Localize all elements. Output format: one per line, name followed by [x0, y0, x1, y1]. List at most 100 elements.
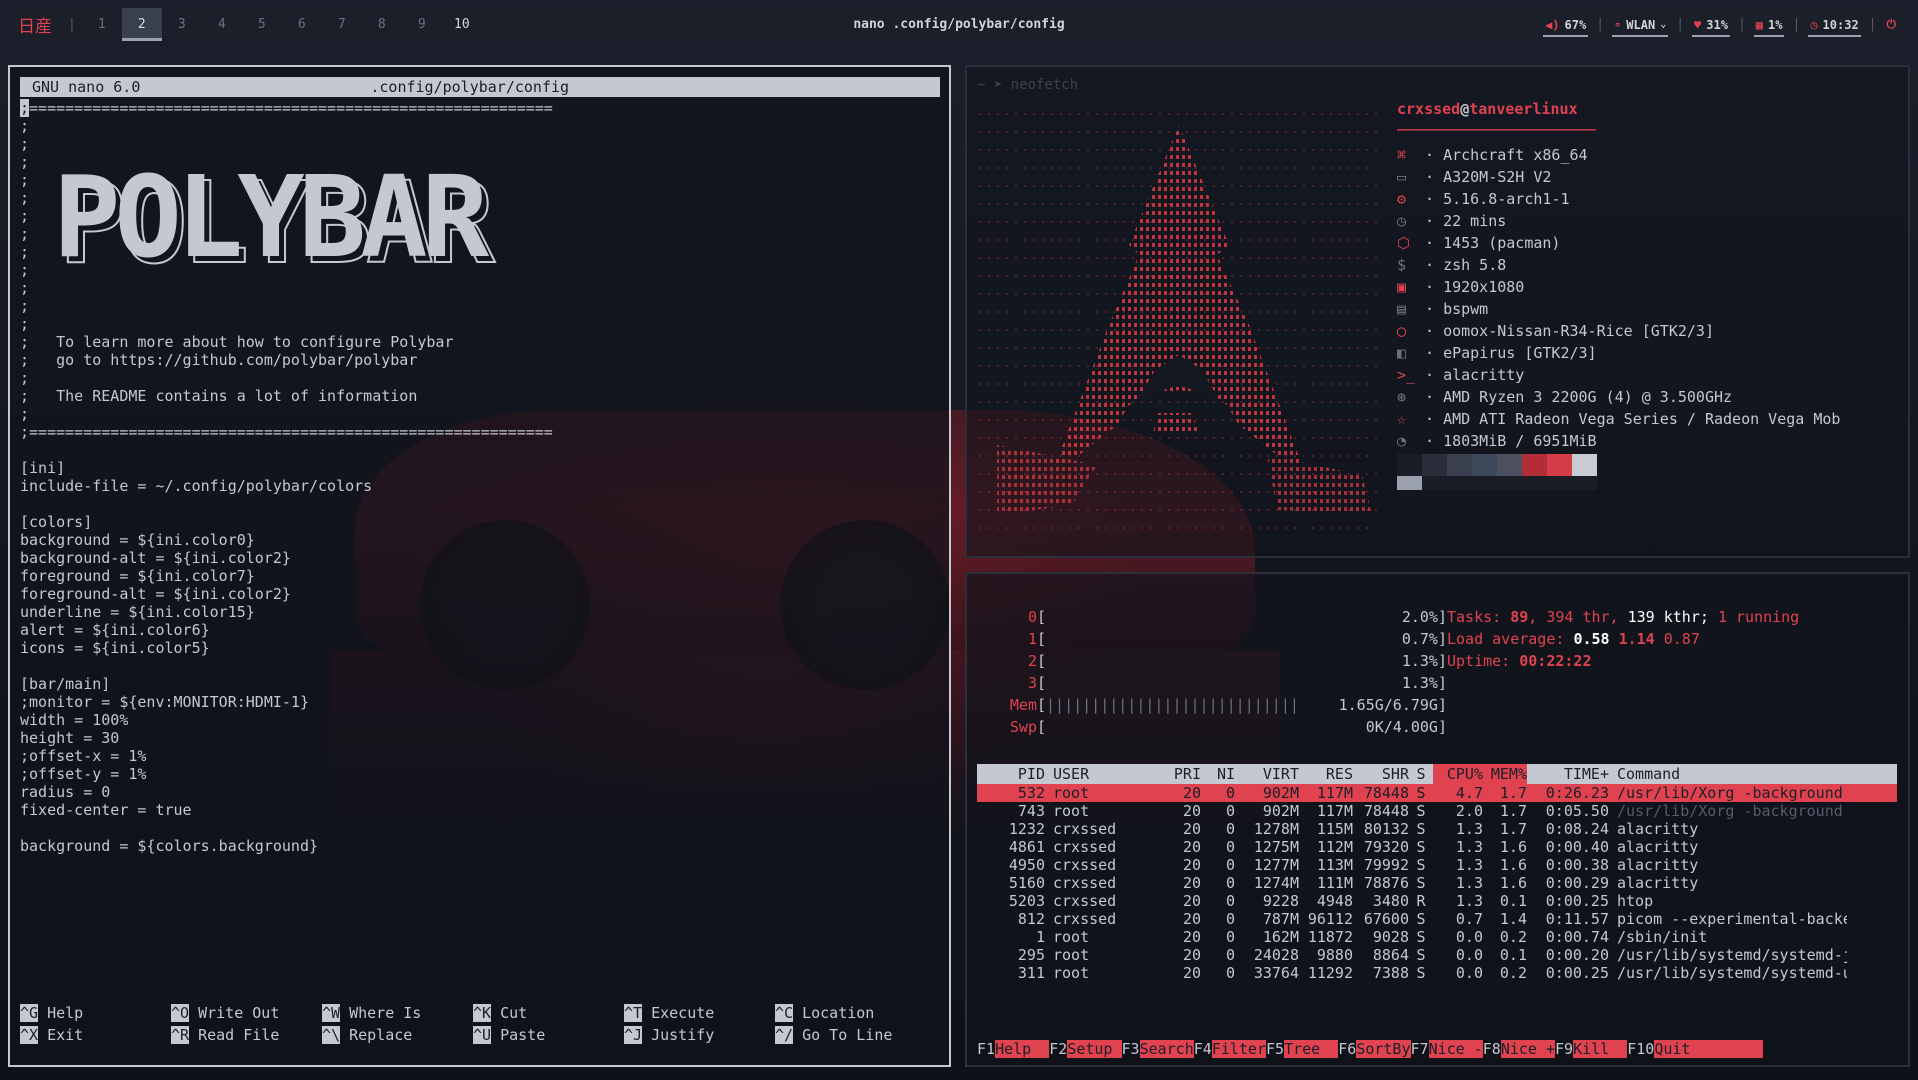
column-header-user[interactable]: USER	[1045, 764, 1153, 784]
table-cell: 0:00.38	[1545, 856, 1609, 874]
neofetch-terminal-window[interactable]: ~ ➤ neofetch crxssed@tanveerlinux ──────…	[965, 65, 1910, 558]
table-cell: 9028	[1372, 928, 1409, 946]
shortcut-paste[interactable]: ^U Paste	[473, 1024, 624, 1046]
table-cell: 8864	[1372, 946, 1409, 964]
volume-module[interactable]: ◀) 67%	[1539, 8, 1592, 41]
table-cell: 0.0	[1455, 964, 1483, 982]
table-row[interactable]: 5160 crxssed 20 0 1274M 111M 78876 S 1.3 1.6 0:00.…	[977, 874, 1897, 892]
table-row[interactable]: 1232 crxssed 20 0 1278M 115M 80132 S 1.3 1.7 0:08.…	[977, 820, 1897, 838]
table-cell: crxssed	[1053, 874, 1117, 892]
polybar-ascii-art: POLYBAR POLYBAR	[57, 162, 503, 282]
editor-line: fixed-center = true	[20, 801, 192, 819]
column-header-time[interactable]: TIME+	[1527, 764, 1609, 784]
status-modules: ◀) 67% | ⌔ WLAN ⌄ | ♥ 31% | ▦ 1% | ◷ 10:…	[1539, 8, 1902, 41]
info-value: 1920x1080	[1443, 278, 1525, 296]
htop-terminal-window[interactable]: 0[2.0%] 1[0.7%] 2[1.3%] 3[1.3%] Mem[||||||||…	[965, 572, 1910, 1067]
meter-label: 3	[1027, 674, 1037, 692]
memory-value: 31%	[1706, 17, 1728, 32]
workspace-6[interactable]: 6	[282, 8, 322, 41]
fkey-f4[interactable]: F4Filter	[1194, 1039, 1266, 1059]
table-row[interactable]: 812 crxssed 20 0 787M 96112 67600 S 0.7 1.4 0:11.5…	[977, 910, 1897, 928]
column-header-virt[interactable]: VIRT	[1235, 764, 1299, 784]
editor-line: foreground-alt = ${ini.color2}	[20, 585, 291, 603]
table-row[interactable]: 295 root 20 0 24028 9880 8864 S 0.0 0.1 0:00.20/us…	[977, 946, 1897, 964]
fkey-f2[interactable]: F2Setup	[1049, 1039, 1122, 1059]
fkey-f8[interactable]: F8Nice +	[1483, 1039, 1555, 1059]
shortcut-row: ^X Exit ^R Read File ^\ Replace ^U Paste ^J …	[20, 1024, 950, 1046]
workspace-2[interactable]: 2	[121, 8, 162, 41]
fkey-f6[interactable]: F6SortBy	[1338, 1039, 1411, 1059]
clock-module[interactable]: ◷ 10:32	[1804, 8, 1864, 41]
table-cell: 1.3	[1455, 838, 1483, 856]
fkey-f9[interactable]: F9Kill	[1555, 1039, 1628, 1059]
table-row[interactable]: 1 root 20 0 162M 11872 9028 S 0.0 0.2 0:00.74/sbin…	[977, 928, 1897, 946]
info-icon: ☆	[1397, 410, 1407, 428]
workspace-10[interactable]: 10	[442, 8, 482, 41]
separator: |	[68, 17, 76, 32]
workspace-3[interactable]: 3	[162, 8, 202, 41]
table-row[interactable]: 4861 crxssed 20 0 1275M 112M 79320 S 1.3 1.6 0:00.…	[977, 838, 1897, 856]
column-header-ni[interactable]: NI	[1201, 764, 1235, 784]
workspace-5[interactable]: 5	[242, 8, 282, 41]
cpu-module[interactable]: ▦ 1%	[1750, 8, 1789, 41]
workspace-8[interactable]: 8	[362, 8, 402, 41]
table-cell: 4.7	[1455, 784, 1483, 802]
process-table[interactable]: PID USER PRI NI VIRT RES SHR S CPU% MEM% TIME+ Comm…	[977, 764, 1897, 982]
fkey-f3[interactable]: F3Search	[1122, 1039, 1194, 1059]
table-cell: 24028	[1253, 946, 1299, 964]
column-header-command[interactable]: Command	[1609, 764, 1847, 784]
fkey-number: F2	[1049, 1040, 1068, 1058]
shortcut-justify[interactable]: ^J Justify	[624, 1024, 775, 1046]
table-cell: crxssed	[1053, 892, 1117, 910]
table-row[interactable]: 311 root 20 0 33764 11292 7388 S 0.0 0.2 0:00.25/u…	[977, 964, 1897, 982]
memory-module[interactable]: ♥ 31%	[1688, 8, 1734, 41]
nano-terminal-window[interactable]: GNU nano 6.0 .config/polybar/config ;====…	[8, 65, 951, 1067]
workspace-7[interactable]: 7	[322, 8, 362, 41]
shortcut-go-to-line[interactable]: ^/ Go To Line	[775, 1024, 926, 1046]
workspace-4[interactable]: 4	[202, 8, 242, 41]
workspace-9[interactable]: 9	[402, 8, 442, 41]
table-cell: S	[1416, 874, 1426, 892]
fkey-f10[interactable]: F10Quit	[1627, 1039, 1763, 1059]
fkey-label: Setup	[1067, 1040, 1122, 1058]
shortcut-replace[interactable]: ^\ Replace	[322, 1024, 473, 1046]
fkey-f1[interactable]: F1Help	[977, 1039, 1050, 1059]
shortcut-where-is[interactable]: ^W Where Is	[322, 1002, 473, 1024]
shortcut-row: ^G Help ^O Write Out ^W Where Is ^K Cut ^T E…	[20, 1002, 950, 1024]
column-header-cpu[interactable]: CPU%	[1433, 764, 1483, 784]
column-header-shr[interactable]: SHR	[1353, 764, 1409, 784]
table-row[interactable]: 532 root 20 0 902M 117M 78448 S 4.7 1.7 0:26.23/us…	[977, 784, 1897, 802]
shortcut-read-file[interactable]: ^R Read File	[171, 1024, 322, 1046]
shortcut-write-out[interactable]: ^O Write Out	[171, 1002, 322, 1024]
column-header-res[interactable]: RES	[1299, 764, 1353, 784]
table-row[interactable]: 4950 crxssed 20 0 1277M 113M 79992 S 1.3 1.6 0:00.…	[977, 856, 1897, 874]
network-module[interactable]: ⌔ WLAN ⌄	[1608, 8, 1672, 41]
fkey-f7[interactable]: F7Nice -	[1411, 1039, 1483, 1059]
column-header-s[interactable]: S	[1409, 764, 1433, 784]
shortcut-key: ^T	[624, 1004, 643, 1022]
table-row[interactable]: 5203 crxssed 20 0 9228 4948 3480 R 1.3 0.1 0:00.25…	[977, 892, 1897, 910]
editor-line: height = 30	[20, 729, 120, 747]
workspace-1[interactable]: 1	[82, 8, 122, 41]
info-row: $ · zsh 5.8	[1397, 254, 1840, 276]
shortcut-execute[interactable]: ^T Execute	[624, 1002, 775, 1024]
meter-2: 2[1.3%]	[977, 650, 1447, 672]
fkey-f5[interactable]: F5Tree	[1266, 1039, 1339, 1059]
shortcut-help[interactable]: ^G Help	[20, 1002, 171, 1024]
shortcut-cut[interactable]: ^K Cut	[473, 1002, 624, 1024]
meter-bar	[1046, 650, 1318, 672]
column-header-mem[interactable]: MEM%	[1483, 764, 1527, 784]
column-header-pri[interactable]: PRI	[1153, 764, 1201, 784]
info-icon: ◧	[1397, 344, 1407, 362]
shortcut-exit[interactable]: ^X Exit	[20, 1024, 171, 1046]
palette-swatch	[1497, 476, 1522, 490]
power-module[interactable]: ⏻	[1881, 8, 1903, 41]
table-cell: 20	[1182, 874, 1201, 892]
shortcut-label: Read File	[198, 1026, 280, 1044]
table-row[interactable]: 743 root 20 0 902M 117M 78448 S 2.0 1.7 0:05.50/us…	[977, 802, 1897, 820]
editor-line: [colors]	[20, 513, 93, 531]
shortcut-location[interactable]: ^C Location	[775, 1002, 926, 1024]
table-cell: R	[1416, 892, 1426, 910]
info-row: ⬡ · 1453 (pacman)	[1397, 232, 1840, 254]
column-header-pid[interactable]: PID	[977, 764, 1045, 784]
